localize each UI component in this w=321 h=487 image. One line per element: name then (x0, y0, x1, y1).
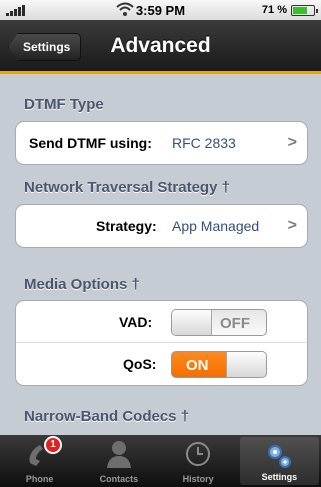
tab-label: History (182, 474, 214, 484)
tab-label: Phone (25, 474, 54, 484)
section-header-media: Media Options † (24, 276, 140, 293)
tab-phone[interactable]: 1 Phone (0, 435, 79, 487)
qos-state: ON (186, 357, 209, 374)
status-bar: 3:59 PM 71 % (0, 0, 321, 20)
send-dtmf-value: RFC 2833 (172, 135, 236, 151)
send-dtmf-label: Send DTMF using: (29, 135, 152, 151)
section-header-network: Network Traversal Strategy † (24, 179, 230, 196)
navigation-bar: Settings Advanced (0, 20, 321, 74)
gears-icon (268, 445, 292, 468)
contacts-icon (106, 441, 131, 468)
tab-label: Contacts (99, 474, 139, 484)
toggle-knob (172, 310, 212, 335)
section-header-codecs: Narrow-Band Codecs † (24, 408, 190, 425)
chevron-right-icon: > (287, 217, 297, 234)
qos-row: QoS: ON (16, 343, 307, 385)
network-group: Strategy: App Managed > (15, 204, 308, 248)
clock-icon (186, 442, 211, 466)
send-dtmf-row[interactable]: Send DTMF using: RFC 2833 > (16, 122, 307, 164)
section-header-dtmf: DTMF Type (24, 96, 104, 113)
vad-state: OFF (220, 315, 250, 332)
strategy-row[interactable]: Strategy: App Managed > (16, 205, 307, 247)
tab-contacts[interactable]: Contacts (79, 435, 158, 487)
vad-row: VAD: OFF (16, 301, 307, 343)
battery-icon (291, 5, 318, 16)
vad-toggle[interactable]: OFF (171, 309, 267, 336)
battery-percent: 71 % (261, 4, 287, 16)
tab-history[interactable]: History (159, 435, 238, 487)
tab-label: Settings (261, 472, 298, 482)
strategy-label: Strategy: (96, 218, 157, 234)
page-title: Advanced (110, 34, 211, 57)
tab-bar: 1 Phone Contacts History Settings (0, 435, 321, 487)
media-group: VAD: OFF QoS: ON (15, 300, 308, 386)
qos-label: QoS: (123, 356, 157, 372)
tab-settings[interactable]: Settings (239, 437, 319, 485)
qos-toggle[interactable]: ON (171, 351, 267, 378)
dtmf-group: Send DTMF using: RFC 2833 > (15, 121, 308, 165)
settings-content[interactable]: DTMF Type Send DTMF using: RFC 2833 > Ne… (0, 77, 321, 435)
strategy-value: App Managed (172, 218, 260, 234)
toggle-knob (226, 352, 266, 377)
vad-label: VAD: (119, 314, 153, 330)
missed-calls-badge: 1 (44, 436, 62, 454)
chevron-right-icon: > (287, 134, 297, 151)
